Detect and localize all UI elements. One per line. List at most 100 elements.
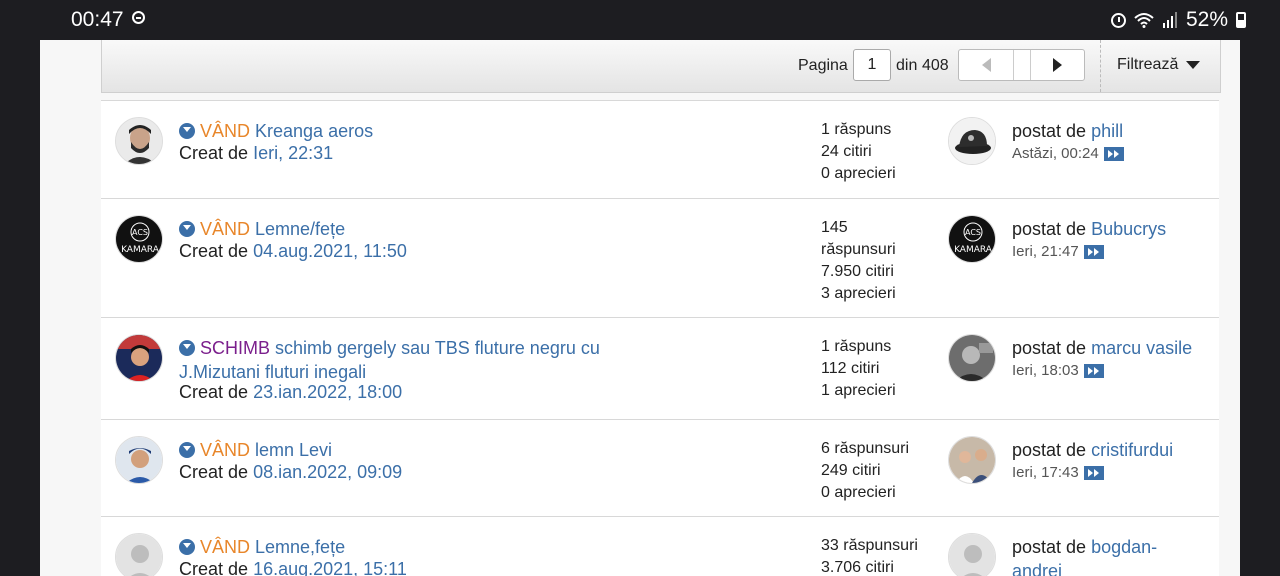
forum-page: Pagina 1 din 408 Filtrează VÂND Kreanga … xyxy=(40,40,1240,576)
views-count: 249 citiri xyxy=(821,462,881,479)
topic-stats: 1 răspuns 24 citiri 0 aprecieri xyxy=(821,119,931,185)
battery-icon xyxy=(1236,12,1246,28)
topic-title[interactable]: VÂND Kreanga aeros xyxy=(179,119,629,143)
go-to-last-post-icon[interactable] xyxy=(1083,363,1104,378)
last-post-info: postat de cristifurdui xyxy=(1012,438,1202,462)
created-date-link[interactable]: 23.ian.2022, 18:00 xyxy=(253,382,402,402)
created-date-link[interactable]: 08.ian.2022, 09:09 xyxy=(253,462,402,482)
likes-count: 0 aprecieri xyxy=(821,484,896,501)
topic-title[interactable]: VÂND Lemne,fețe xyxy=(179,535,629,559)
last-poster-avatar[interactable] xyxy=(948,436,996,484)
topic-created: Creat de 23.ian.2022, 18:00 xyxy=(179,382,402,403)
topic-row: VÂND lemn Levi Creat de 08.ian.2022, 09:0… xyxy=(101,420,1219,517)
likes-count: 1 aprecieri xyxy=(821,382,896,399)
go-to-last-post-icon[interactable] xyxy=(1103,146,1124,161)
page-nav-separator xyxy=(1014,50,1031,80)
expand-circle-icon xyxy=(179,123,195,139)
topic-title-text: Lemne,fețe xyxy=(255,537,346,557)
topic-created: Creat de 16.aug.2021, 15:11 xyxy=(179,559,407,576)
cap-photo-icon xyxy=(949,118,995,164)
topic-prefix: VÂND xyxy=(200,440,251,460)
topic-prefix: VÂND xyxy=(200,121,251,141)
last-poster-link[interactable]: cristifurdui xyxy=(1091,440,1173,460)
last-poster-link[interactable]: phill xyxy=(1091,121,1123,141)
group-photo-icon xyxy=(949,437,995,483)
last-poster-link[interactable]: marcu vasile xyxy=(1091,338,1192,358)
created-label: Creat de xyxy=(179,143,249,163)
topic-stats: 1 răspuns 112 citiri 1 aprecieri xyxy=(821,336,931,402)
topic-title[interactable]: VÂND lemn Levi xyxy=(179,438,629,462)
posted-by-label: postat de xyxy=(1012,440,1087,460)
topic-stats: 145 răspunsuri 7.950 citiri 3 aprecieri xyxy=(821,217,911,305)
filter-label: Filtrează xyxy=(1117,56,1179,73)
last-post-info: postat de marcu vasile xyxy=(1012,336,1202,360)
page-of-label: din xyxy=(896,57,918,74)
chevron-right-icon xyxy=(1053,58,1062,72)
filter-button[interactable]: Filtrează xyxy=(1117,56,1201,74)
topic-row: VÂND Lemne,fețe Creat de 16.aug.2021, 15:… xyxy=(101,517,1219,576)
last-poster-avatar[interactable] xyxy=(948,334,996,382)
status-icons: 52% xyxy=(1110,8,1246,32)
pagination-toolbar: Pagina 1 din 408 Filtrează xyxy=(101,40,1221,93)
topic-title[interactable]: VÂND Lemne/fețe xyxy=(179,217,629,241)
topic-prefix: SCHIMB xyxy=(200,338,271,358)
posted-by-label: postat de xyxy=(1012,219,1087,239)
author-avatar[interactable] xyxy=(115,117,163,165)
caret-down-icon xyxy=(1186,61,1201,69)
clock: 00:47 xyxy=(71,8,124,31)
default-avatar-icon xyxy=(949,534,995,576)
last-post-time-text: Astăzi, 00:24 xyxy=(1012,145,1099,162)
created-date-link[interactable]: 16.aug.2021, 15:11 xyxy=(253,559,407,576)
author-avatar[interactable] xyxy=(115,436,163,484)
expand-circle-icon xyxy=(179,539,195,555)
user-photo-icon xyxy=(116,118,162,164)
created-label: Creat de xyxy=(179,241,249,261)
expand-circle-icon xyxy=(179,442,195,458)
toolbar-divider xyxy=(1100,40,1101,92)
battery-percent: 52% xyxy=(1185,8,1228,31)
last-poster-avatar[interactable]: ACS KAMARA xyxy=(948,215,996,263)
created-date-link[interactable]: Ieri, 22:31 xyxy=(253,143,333,163)
previous-page-button[interactable] xyxy=(959,50,1014,80)
author-avatar[interactable] xyxy=(115,334,163,382)
svg-text:KAMARA: KAMARA xyxy=(121,245,160,255)
user-photo-icon xyxy=(116,437,162,483)
topic-row: ACS KAMARA VÂND Lemne/fețe Creat de 04.au… xyxy=(101,199,1219,318)
status-bar: 00:47 52% xyxy=(0,0,1280,40)
likes-count: 0 aprecieri xyxy=(821,165,896,182)
topic-prefix: VÂND xyxy=(200,219,251,239)
last-poster-link[interactable]: Bubucrys xyxy=(1091,219,1166,239)
svg-text:ACS: ACS xyxy=(132,228,148,237)
svg-text:ACS: ACS xyxy=(965,228,981,237)
last-post-time: Astăzi, 00:24 xyxy=(1012,145,1124,162)
replies-count: 145 răspunsuri xyxy=(821,219,896,258)
last-post-time-text: Ieri, 17:43 xyxy=(1012,464,1079,481)
page-number-input[interactable]: 1 xyxy=(853,49,891,81)
author-avatar[interactable] xyxy=(115,533,163,576)
posted-by-label: postat de xyxy=(1012,338,1087,358)
last-poster-avatar[interactable] xyxy=(948,533,996,576)
go-to-last-post-icon[interactable] xyxy=(1083,244,1104,259)
last-poster-avatar[interactable] xyxy=(948,117,996,165)
next-page-button[interactable] xyxy=(1031,50,1084,80)
topic-row: VÂND Kreanga aeros Creat de Ieri, 22:31 1… xyxy=(101,101,1219,199)
user-photo-icon xyxy=(949,335,995,381)
page-label: Pagina xyxy=(798,57,848,74)
author-avatar[interactable]: ACS KAMARA xyxy=(115,215,163,263)
wifi-icon xyxy=(1134,13,1154,28)
last-post-time: Ieri, 17:43 xyxy=(1012,464,1104,481)
likes-count: 3 aprecieri xyxy=(821,285,896,302)
chevron-left-icon xyxy=(981,58,991,72)
created-date-link[interactable]: 04.aug.2021, 11:50 xyxy=(253,241,407,261)
topic-title-text: lemn Levi xyxy=(255,440,333,460)
last-post-time: Ieri, 21:47 xyxy=(1012,243,1104,260)
go-to-last-post-icon[interactable] xyxy=(1083,465,1104,480)
views-count: 7.950 citiri xyxy=(821,263,894,280)
replies-count: 1 răspuns xyxy=(821,121,892,138)
signal-icon xyxy=(1162,12,1177,28)
acs-logo-icon: ACS KAMARA xyxy=(116,216,162,262)
topic-title[interactable]: SCHIMB schimb gergely sau TBS fluture neg… xyxy=(179,336,629,384)
topic-stats: 6 răspunsuri 249 citiri 0 aprecieri xyxy=(821,438,931,504)
last-post-info: postat de bogdan-andrei xyxy=(1012,535,1172,576)
topic-created: Creat de 04.aug.2021, 11:50 xyxy=(179,241,407,262)
